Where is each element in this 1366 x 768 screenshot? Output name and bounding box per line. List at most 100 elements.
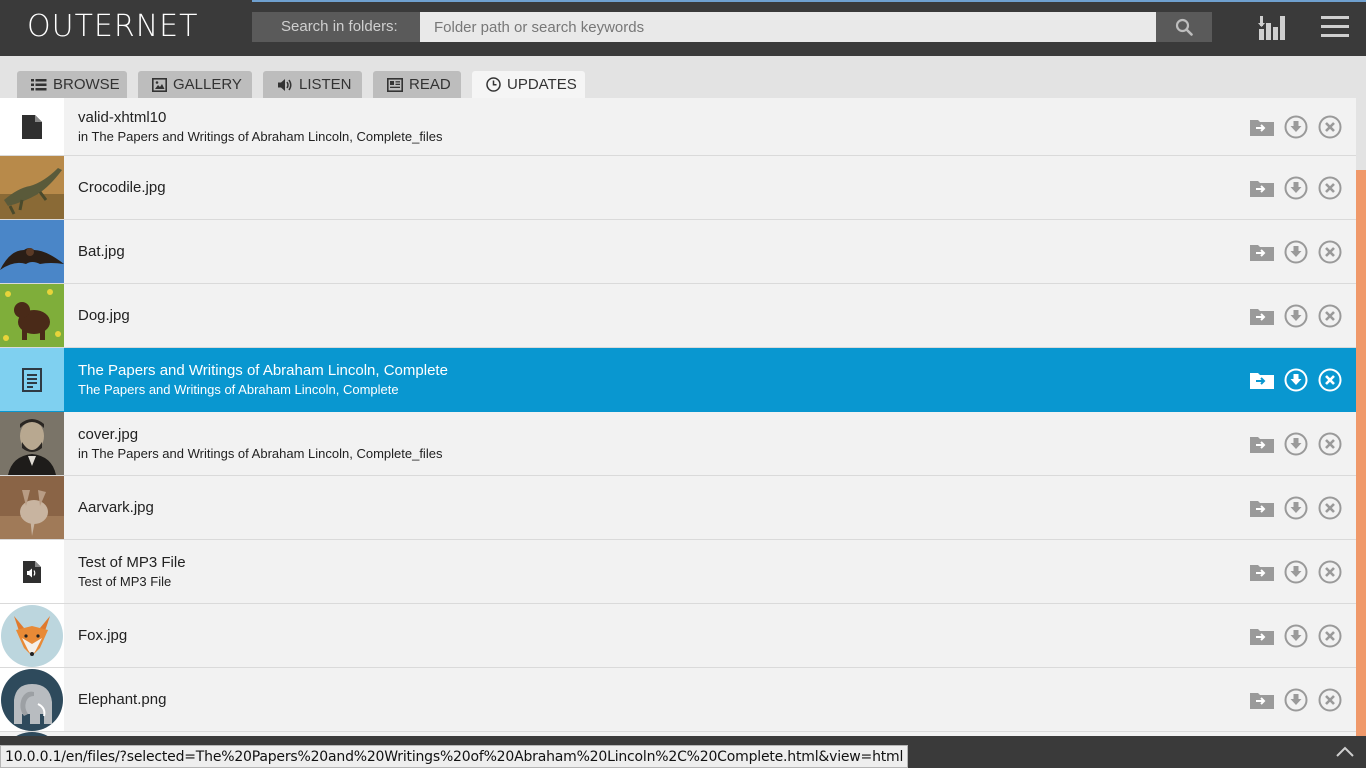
- open-folder-button[interactable]: [1250, 304, 1274, 328]
- row-actions: [1250, 98, 1342, 155]
- delete-icon: [1318, 624, 1342, 647]
- aardvark-photo: [0, 476, 64, 539]
- open-folder-button[interactable]: [1250, 688, 1274, 712]
- download-icon: [1284, 115, 1308, 138]
- open-folder-button[interactable]: [1250, 240, 1274, 264]
- list-icon: [31, 78, 47, 90]
- delete-button[interactable]: [1318, 304, 1342, 328]
- image-icon: [152, 77, 167, 92]
- delete-button[interactable]: [1318, 624, 1342, 648]
- open-folder-icon: [1250, 564, 1274, 581]
- list-item[interactable]: Crocodile.jpg: [0, 156, 1356, 220]
- list-item[interactable]: Test of MP3 File Test of MP3 File: [0, 540, 1356, 604]
- open-folder-icon: [1250, 119, 1274, 136]
- tab-listen[interactable]: LISTEN: [263, 71, 362, 98]
- audio-file-icon: [23, 560, 41, 583]
- search-input[interactable]: [420, 12, 1156, 42]
- tab-gallery[interactable]: GALLERY: [138, 71, 252, 98]
- open-folder-button[interactable]: [1250, 368, 1274, 392]
- open-folder-button[interactable]: [1250, 115, 1274, 139]
- download-button[interactable]: [1284, 368, 1308, 392]
- delete-button[interactable]: [1318, 115, 1342, 139]
- delete-button[interactable]: [1318, 560, 1342, 584]
- list-item-selected[interactable]: The Papers and Writings of Abraham Linco…: [0, 348, 1356, 412]
- open-folder-button[interactable]: [1250, 560, 1274, 584]
- list-item[interactable]: valid-xhtml10 in The Papers and Writings…: [0, 98, 1356, 156]
- delete-icon: [1318, 496, 1342, 519]
- item-title: Crocodile.jpg: [78, 179, 166, 196]
- delete-icon: [1318, 432, 1342, 455]
- download-button[interactable]: [1284, 240, 1308, 264]
- top-bar: OUTERNET Search in folders:: [0, 0, 1366, 56]
- hamburger-menu-icon[interactable]: [1321, 15, 1349, 39]
- dog-photo: [0, 284, 64, 347]
- open-folder-icon: [1250, 372, 1274, 389]
- item-subtitle: in The Papers and Writings of Abraham Li…: [78, 445, 443, 461]
- status-bar-url: 10.0.0.1/en/files/?selected=The%20Papers…: [0, 745, 909, 768]
- download-button[interactable]: [1284, 176, 1308, 200]
- newspaper-icon: [387, 77, 403, 92]
- open-folder-button[interactable]: [1250, 176, 1274, 200]
- download-icon: [1284, 432, 1308, 455]
- delete-icon: [1318, 368, 1342, 391]
- list-item[interactable]: Bat.jpg: [0, 220, 1356, 284]
- item-title: Dog.jpg: [78, 307, 130, 324]
- thumbnail: [0, 98, 64, 155]
- download-button[interactable]: [1284, 432, 1308, 456]
- row-actions: [1250, 540, 1342, 603]
- item-subtitle: in The Papers and Writings of Abraham Li…: [78, 128, 443, 144]
- logo[interactable]: OUTERNET: [27, 9, 198, 44]
- open-folder-button[interactable]: [1250, 496, 1274, 520]
- download-icon: [1284, 368, 1308, 391]
- tab-browse-label: BROWSE: [53, 75, 120, 93]
- tab-updates-label: UPDATES: [507, 75, 577, 93]
- tab-browse[interactable]: BROWSE: [17, 71, 127, 98]
- row-actions: [1250, 668, 1342, 731]
- download-button[interactable]: [1284, 560, 1308, 584]
- elephant-illustration: [1, 669, 63, 731]
- tab-gallery-label: GALLERY: [173, 75, 242, 93]
- delete-button[interactable]: [1318, 688, 1342, 712]
- list-item[interactable]: cover.jpg in The Papers and Writings of …: [0, 412, 1356, 476]
- delete-button[interactable]: [1318, 368, 1342, 392]
- item-title: Bat.jpg: [78, 243, 125, 260]
- download-button[interactable]: [1284, 304, 1308, 328]
- item-title: The Papers and Writings of Abraham Linco…: [78, 361, 448, 379]
- row-actions: [1250, 604, 1342, 667]
- thumbnail: [0, 668, 64, 731]
- thumbnail: [0, 156, 64, 219]
- list-item[interactable]: Fox.jpg: [0, 604, 1356, 668]
- download-button[interactable]: [1284, 115, 1308, 139]
- tab-updates[interactable]: UPDATES: [472, 71, 585, 98]
- item-title: Test of MP3 File: [78, 553, 186, 571]
- download-icon: [1284, 624, 1308, 647]
- list-item[interactable]: Dog.jpg: [0, 284, 1356, 348]
- row-actions: [1250, 476, 1342, 539]
- open-folder-button[interactable]: [1250, 432, 1274, 456]
- download-button[interactable]: [1284, 688, 1308, 712]
- scrollbar-thumb[interactable]: [1356, 170, 1366, 736]
- download-button[interactable]: [1284, 624, 1308, 648]
- delete-button[interactable]: [1318, 176, 1342, 200]
- open-folder-button[interactable]: [1250, 624, 1274, 648]
- signal-icon[interactable]: [1258, 14, 1286, 40]
- delete-button[interactable]: [1318, 496, 1342, 520]
- thumbnail: [0, 412, 64, 475]
- delete-button[interactable]: [1318, 240, 1342, 264]
- clock-icon: [486, 77, 501, 92]
- delete-icon: [1318, 240, 1342, 263]
- thumbnail: [0, 284, 64, 347]
- list-item[interactable]: Aarvark.jpg: [0, 476, 1356, 540]
- tab-read[interactable]: READ: [373, 71, 461, 98]
- download-icon: [1284, 304, 1308, 327]
- delete-icon: [1318, 304, 1342, 327]
- tab-read-label: READ: [409, 75, 451, 93]
- view-tabs: BROWSE GALLERY LISTEN READ UPDATES: [0, 56, 1366, 98]
- item-title: Elephant.png: [78, 691, 167, 708]
- list-item[interactable]: Elephant.png: [0, 668, 1356, 732]
- download-button[interactable]: [1284, 496, 1308, 520]
- chevron-up-icon[interactable]: [1335, 744, 1355, 760]
- delete-button[interactable]: [1318, 432, 1342, 456]
- search-button[interactable]: [1156, 12, 1212, 42]
- item-title: cover.jpg: [78, 425, 139, 443]
